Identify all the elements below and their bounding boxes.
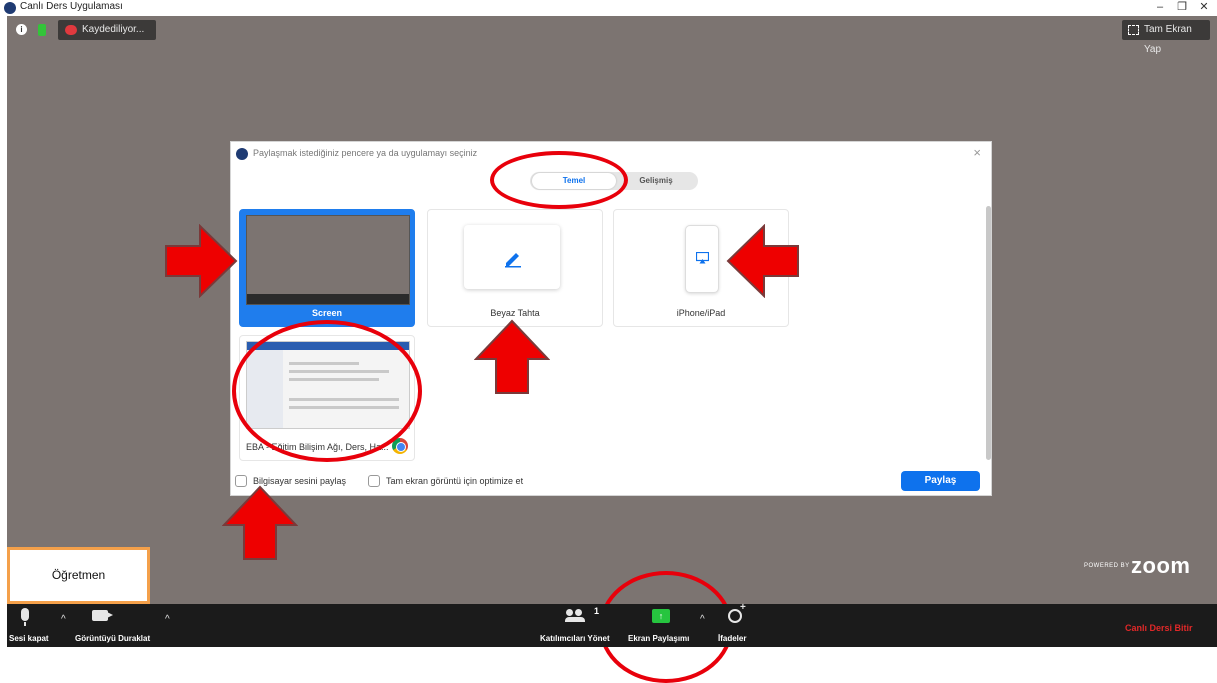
share-tile-screen[interactable]: Screen xyxy=(239,209,415,327)
optimize-fullscreen-checkbox[interactable] xyxy=(368,475,380,487)
cloud-record-icon xyxy=(65,25,77,35)
share-button[interactable]: Paylaş xyxy=(901,471,980,491)
reactions-label: İfadeler xyxy=(718,634,747,643)
restore-button[interactable]: ❐ xyxy=(1172,0,1192,16)
mute-label: Sesi kapat xyxy=(9,634,49,643)
stop-video-label: Görüntüyü Duraklat xyxy=(75,634,151,643)
app-window: Canlı Ders Uygulaması – ❐ ✕ i Kaydediliy… xyxy=(0,0,1217,683)
share-screen-icon: ↑ xyxy=(652,609,670,623)
annotation-ellipse-browser xyxy=(232,320,422,462)
phone-icon xyxy=(685,225,719,293)
info-icon[interactable]: i xyxy=(16,24,27,35)
recording-indicator[interactable]: Kaydediliyor... xyxy=(58,20,156,40)
fullscreen-button[interactable]: Tam Ekran Yap xyxy=(1122,20,1210,55)
title-bar: Canlı Ders Uygulaması – ❐ ✕ xyxy=(0,0,1217,16)
teacher-name-label: Öğretmen xyxy=(7,547,150,604)
share-screen-button[interactable]: ↑ Ekran Paylaşımı xyxy=(625,604,693,647)
tile-label: Screen xyxy=(311,308,343,318)
pencil-icon xyxy=(505,253,521,268)
dialog-close-button[interactable]: × xyxy=(973,145,981,160)
recording-label: Kaydediliyor... xyxy=(82,24,145,35)
app-logo-icon xyxy=(4,2,16,14)
share-screen-label: Ekran Paylaşımı xyxy=(628,634,690,643)
dialog-scrollbar[interactable] xyxy=(986,206,991,460)
powered-by-text: POWERED BY xyxy=(1084,563,1130,569)
microphone-icon xyxy=(21,608,29,626)
optimize-fullscreen-label: Tam ekran görüntü için optimize et xyxy=(386,476,524,486)
annotation-ellipse-tabs xyxy=(490,151,628,209)
whiteboard-card xyxy=(464,225,560,289)
zoom-brand-text: zoom xyxy=(1131,553,1191,578)
reactions-button[interactable]: İfadeler xyxy=(707,602,757,647)
dialog-logo-icon xyxy=(236,148,248,160)
tile-label: iPhone/iPad xyxy=(676,308,726,318)
participant-count: 1 xyxy=(594,606,600,616)
manage-participants-button[interactable]: 1 Katılımcıları Yönet xyxy=(537,604,621,647)
close-window-button[interactable]: ✕ xyxy=(1194,0,1214,16)
tab-advanced[interactable]: Gelişmiş xyxy=(616,173,696,189)
audio-options-chevron-up-icon[interactable]: ^ xyxy=(61,614,66,625)
annotation-arrow-up xyxy=(222,485,298,560)
annotation-arrow-right xyxy=(165,224,238,298)
dialog-title: Paylaşmak istediğiniz pencere ya da uygu… xyxy=(253,148,478,158)
video-options-chevron-up-icon[interactable]: ^ xyxy=(165,614,170,625)
share-tile-whiteboard[interactable]: Beyaz Tahta xyxy=(427,209,603,327)
participants-icon xyxy=(565,609,586,622)
manage-participants-label: Katılımcıları Yönet xyxy=(540,634,610,643)
screen-thumbnail xyxy=(246,215,410,305)
security-shield-icon[interactable] xyxy=(38,24,46,36)
fullscreen-icon xyxy=(1128,25,1139,35)
reactions-smiley-icon xyxy=(728,602,746,623)
tile-label: Beyaz Tahta xyxy=(490,308,540,318)
video-camera-icon xyxy=(92,610,113,621)
airplay-icon xyxy=(696,252,709,264)
annotation-arrow-left xyxy=(726,224,799,298)
mute-button[interactable]: Sesi kapat xyxy=(7,604,63,647)
share-options-chevron-up-icon[interactable]: ^ xyxy=(700,614,705,625)
minimize-button[interactable]: – xyxy=(1150,0,1170,16)
annotation-arrow-up xyxy=(474,319,550,394)
end-class-button[interactable]: Canlı Dersi Bitir xyxy=(1125,623,1193,633)
window-title: Canlı Ders Uygulaması xyxy=(20,1,123,12)
stop-video-button[interactable]: Görüntüyü Duraklat xyxy=(73,604,165,647)
meeting-toolbar: Sesi kapat ^ Görüntüyü Duraklat ^ 1 Katı… xyxy=(7,602,1217,647)
